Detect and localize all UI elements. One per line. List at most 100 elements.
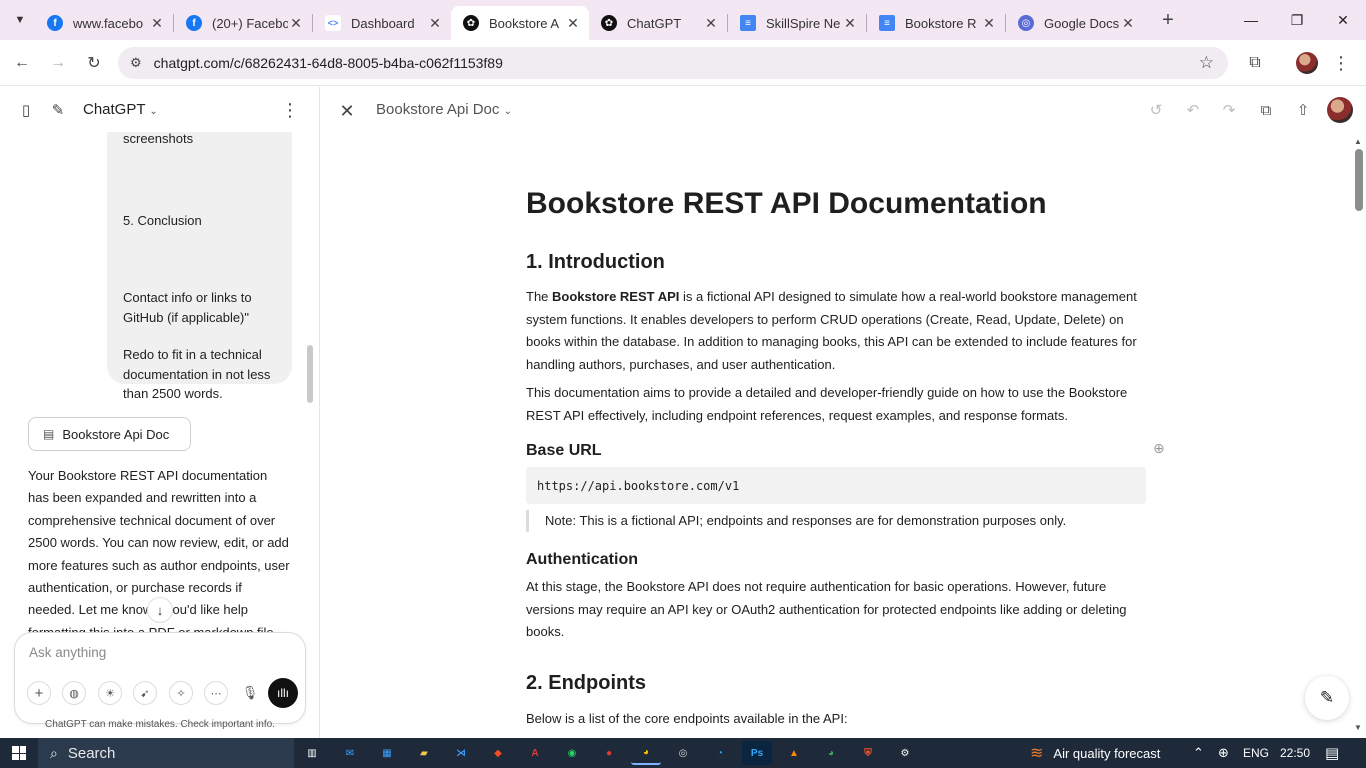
address-bar[interactable]: ⚙ chatgpt.com/c/68262431-64d8-8005-b4ba-… bbox=[118, 47, 1228, 79]
file-explorer-icon[interactable]: ▰ bbox=[409, 741, 439, 765]
browser-tab-bookstore-doc[interactable]: ≡ Bookstore R ✕ bbox=[867, 6, 1005, 40]
language-indicator[interactable]: ENG bbox=[1243, 738, 1269, 768]
restore-icon[interactable]: ❐ bbox=[1274, 0, 1320, 40]
intro-paragraph-1: The Bookstore REST API is a fictional AP… bbox=[526, 286, 1146, 376]
chat-scrollbar[interactable] bbox=[307, 345, 313, 403]
scroll-down-arrow-icon[interactable]: ▼ bbox=[1354, 723, 1362, 732]
url-text[interactable]: chatgpt.com/c/68262431-64d8-8005-b4ba-c0… bbox=[154, 55, 503, 71]
taskbar-search[interactable]: ⌕ Search bbox=[38, 738, 294, 768]
browser-tab-skillspire[interactable]: ≡ SkillSpire Ne ✕ bbox=[728, 6, 866, 40]
network-globe-icon[interactable]: ⊕ bbox=[1218, 738, 1229, 768]
facebook-icon: f bbox=[47, 15, 63, 31]
browser-menu-icon[interactable]: ⋮ bbox=[1326, 48, 1356, 78]
photoshop-icon[interactable]: Ps bbox=[742, 741, 772, 765]
close-tab-icon[interactable]: ✕ bbox=[149, 15, 165, 32]
close-tab-icon[interactable]: ✕ bbox=[565, 15, 581, 32]
facebook-icon: f bbox=[186, 15, 202, 31]
close-tab-icon[interactable]: ✕ bbox=[427, 15, 443, 32]
brave-icon[interactable]: ⛨ bbox=[853, 741, 883, 765]
code-text: https://api.bookstore.com/v1 bbox=[537, 478, 740, 493]
vscode-icon[interactable]: ⋊ bbox=[446, 741, 476, 765]
tray-chevron-icon[interactable]: ⌃ bbox=[1193, 738, 1204, 768]
screen-recorder-icon[interactable]: ● bbox=[594, 741, 624, 765]
browser-tab-chatgpt[interactable]: ✿ ChatGPT ✕ bbox=[589, 6, 727, 40]
mail-icon[interactable]: ✉ bbox=[335, 741, 365, 765]
message-line: Redo to fit in a technical documentation… bbox=[123, 347, 271, 401]
profile-avatar[interactable] bbox=[1292, 48, 1322, 78]
voice-mode-icon[interactable]: ıllı bbox=[268, 678, 298, 708]
redo-icon[interactable]: ↷ bbox=[1216, 97, 1242, 123]
close-tab-icon[interactable]: ✕ bbox=[1120, 15, 1136, 32]
browser-tab-facebook-1[interactable]: f www.facebo ✕ bbox=[35, 6, 173, 40]
obs-icon[interactable]: ◎ bbox=[668, 741, 698, 765]
new-tab-plus-icon[interactable]: + bbox=[1154, 6, 1182, 34]
scroll-down-arrow-icon[interactable]: ↓ bbox=[147, 597, 173, 623]
notifications-icon[interactable]: ▤ bbox=[1325, 738, 1339, 768]
start-button[interactable] bbox=[0, 738, 38, 768]
tab-search-chevron-icon[interactable]: ▼ bbox=[5, 5, 35, 35]
chrome-icon[interactable]: ◕ bbox=[631, 741, 661, 765]
chrome-profile-icon[interactable]: ◕ bbox=[816, 741, 846, 765]
model-selector[interactable]: ChatGPT ⌄ bbox=[83, 101, 158, 118]
sidebar-toggle-icon[interactable]: ▯ bbox=[12, 96, 40, 124]
close-tab-icon[interactable]: ✕ bbox=[842, 15, 858, 32]
extensions-puzzle-icon[interactable]: ⧉ bbox=[1240, 48, 1270, 78]
browser-tab-facebook-2[interactable]: f (20+) Facebo ✕ bbox=[174, 6, 312, 40]
back-arrow-icon[interactable]: ← bbox=[7, 48, 37, 78]
canvas-doc-chip[interactable]: ▤ Bookstore Api Doc bbox=[28, 417, 191, 451]
close-window-icon[interactable]: ✕ bbox=[1320, 0, 1366, 40]
scroll-up-arrow-icon[interactable]: ▲ bbox=[1354, 137, 1362, 146]
openai-icon: ✿ bbox=[601, 15, 617, 31]
docs-icon: ≡ bbox=[879, 15, 895, 31]
canvas-title-dropdown[interactable]: Bookstore Api Doc ⌄ bbox=[376, 101, 512, 118]
undo-icon[interactable]: ↶ bbox=[1180, 97, 1206, 123]
image-create-icon[interactable]: ✧ bbox=[169, 681, 193, 705]
auth-paragraph: At this stage, the Bookstore API does no… bbox=[526, 579, 1127, 639]
weather-widget[interactable]: ≋ Air quality forecast bbox=[1030, 738, 1160, 768]
whatsapp-icon[interactable]: ◉ bbox=[557, 741, 587, 765]
more-tools-icon[interactable]: ⋯ bbox=[204, 681, 228, 705]
browser-tab-google-docs[interactable]: ◎ Google Docs ✕ bbox=[1006, 6, 1144, 40]
close-tab-icon[interactable]: ✕ bbox=[703, 15, 719, 32]
clock[interactable]: 22:50 bbox=[1280, 738, 1310, 768]
close-tab-icon[interactable]: ✕ bbox=[288, 15, 304, 32]
minimize-icon[interactable]: — bbox=[1228, 0, 1274, 40]
deep-research-icon[interactable]: ➹ bbox=[133, 681, 157, 705]
windows-taskbar: ⌕ Search ▥ ✉ ▦ ▰ ⋊ ◆ A ◉ ● ◕ ◎ ◔ Ps ▲ ◕ … bbox=[0, 738, 1366, 768]
tab-title: Bookstore R bbox=[905, 15, 977, 31]
share-upload-icon[interactable]: ⇧ bbox=[1290, 97, 1316, 123]
site-settings-icon[interactable]: ⚙ bbox=[130, 55, 142, 71]
reload-icon[interactable]: ↻ bbox=[79, 48, 109, 78]
close-canvas-icon[interactable]: ✕ bbox=[335, 99, 359, 123]
chevron-down-icon: ⌄ bbox=[503, 106, 512, 117]
canvas-scrollbar-thumb[interactable] bbox=[1355, 149, 1363, 211]
edit-suggestions-icon[interactable]: ✎ bbox=[1305, 676, 1349, 720]
task-view-icon[interactable]: ▥ bbox=[297, 741, 327, 765]
browser-tab-dashboard[interactable]: <> Dashboard ✕ bbox=[313, 6, 451, 40]
store-icon[interactable]: ▦ bbox=[372, 741, 402, 765]
version-history-icon[interactable]: ↺ bbox=[1143, 97, 1169, 123]
browser-tab-bookstore-active[interactable]: ✿ Bookstore A ✕ bbox=[451, 6, 589, 40]
more-options-icon[interactable]: ⋮ bbox=[276, 96, 304, 124]
plus-icon[interactable]: + bbox=[27, 681, 51, 705]
microphone-icon[interactable]: 🎙 bbox=[238, 681, 262, 705]
user-avatar[interactable] bbox=[1327, 97, 1353, 123]
message-composer[interactable]: Ask anything + ◍ ☀ ➹ ✧ ⋯ 🎙 ıllı bbox=[14, 632, 306, 724]
forward-arrow-icon[interactable]: → bbox=[43, 48, 73, 78]
globe-search-icon[interactable]: ◍ bbox=[62, 681, 86, 705]
settings-gear-icon[interactable]: ⚙ bbox=[890, 741, 920, 765]
subheading-authentication: Authentication bbox=[526, 551, 638, 568]
edge-icon[interactable]: ◔ bbox=[705, 741, 735, 765]
acrobat-icon[interactable]: A bbox=[520, 741, 550, 765]
add-comment-icon[interactable]: ⊕ bbox=[1153, 440, 1165, 457]
bookmark-star-icon[interactable]: ☆ bbox=[1199, 53, 1214, 73]
composer-placeholder[interactable]: Ask anything bbox=[29, 645, 106, 660]
canvas-scrollbar[interactable] bbox=[1353, 135, 1366, 738]
lightbulb-icon[interactable]: ☀ bbox=[98, 681, 122, 705]
figma-icon[interactable]: ◆ bbox=[483, 741, 513, 765]
tab-title: Google Docs bbox=[1044, 15, 1120, 31]
copy-icon[interactable]: ⧉ bbox=[1253, 97, 1279, 123]
new-chat-edit-icon[interactable]: ✎ bbox=[44, 96, 72, 124]
close-tab-icon[interactable]: ✕ bbox=[981, 15, 997, 32]
vlc-icon[interactable]: ▲ bbox=[779, 741, 809, 765]
